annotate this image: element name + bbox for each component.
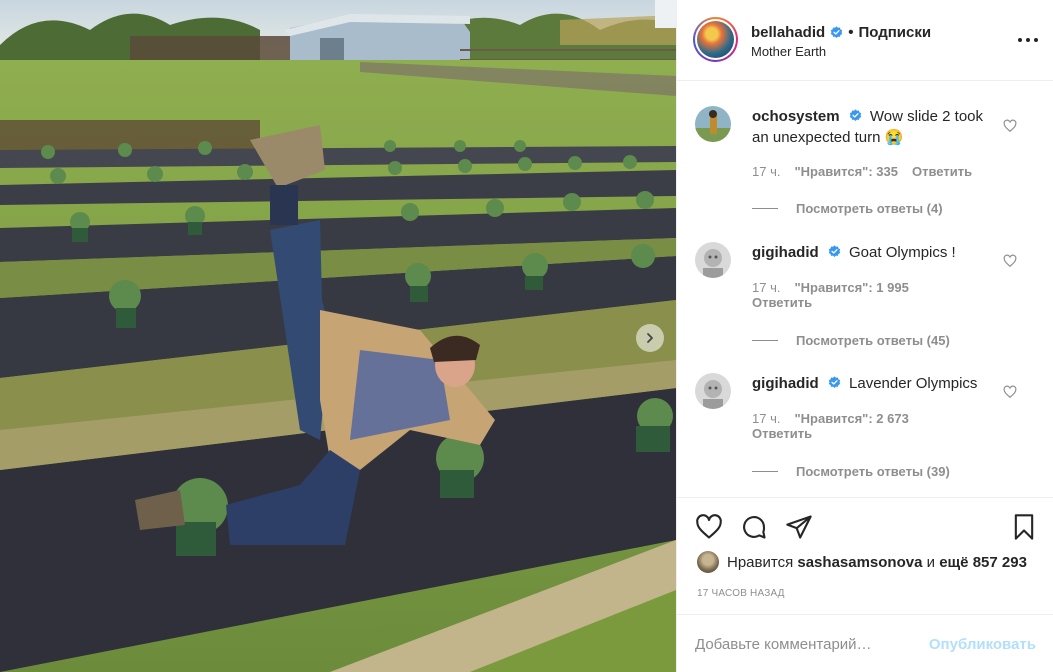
carousel-next-button[interactable]	[636, 324, 664, 352]
comment-reply-button[interactable]: Ответить	[752, 295, 812, 310]
author-avatar[interactable]	[693, 17, 738, 62]
view-replies-label: Посмотреть ответы (4)	[796, 201, 943, 216]
view-replies-button[interactable]: Посмотреть ответы (4)	[752, 201, 943, 216]
comment-text-block: gigihadid Goat Olympics !	[752, 242, 1002, 263]
liker-username[interactable]: sashasamsonova	[797, 554, 922, 571]
liker-avatar[interactable]	[697, 551, 719, 573]
comment-text-block: ochosystem Wow slide 2 took an unexpecte…	[752, 106, 1002, 148]
share-send-icon[interactable]	[785, 513, 813, 541]
more-options-icon[interactable]	[1018, 32, 1038, 48]
post-header: bellahadid • Подписки Mother Earth	[677, 0, 1053, 81]
view-replies-button[interactable]: Посмотреть ответы (45)	[752, 333, 950, 348]
comment-reply-button[interactable]: Ответить	[752, 426, 812, 441]
verified-badge-icon	[849, 109, 861, 121]
add-comment-bar: Опубликовать	[677, 614, 1053, 672]
author-line: bellahadid • Подписки	[751, 24, 931, 41]
comment-likes[interactable]: "Нравится": 335	[794, 164, 898, 179]
view-replies-button[interactable]: Посмотреть ответы (39)	[752, 464, 950, 479]
comment-avatar[interactable]	[695, 242, 731, 278]
post-location[interactable]: Mother Earth	[751, 44, 826, 59]
likes-summary: Нравится sashasamsonova и ещё 857 293	[697, 551, 1027, 573]
comment-avatar[interactable]	[695, 106, 731, 142]
likes-count[interactable]: ещё 857 293	[939, 554, 1027, 571]
comment-bubble-icon[interactable]	[740, 513, 768, 541]
comment-username[interactable]: gigihadid	[752, 244, 819, 261]
bookmark-save-icon[interactable]	[1010, 513, 1038, 541]
comment-username[interactable]: ochosystem	[752, 108, 840, 125]
comment-like-heart-icon[interactable]	[1003, 254, 1017, 268]
post-actions-bar	[677, 499, 1053, 555]
comment-text: Lavender Olympics	[849, 375, 978, 392]
header-separator: •	[848, 24, 854, 41]
comment-meta: 17 ч. "Нравится": 335 Ответить	[752, 164, 972, 179]
comment-text-block: gigihadid Lavender Olympics	[752, 373, 1002, 394]
verified-badge-icon	[831, 26, 843, 38]
likes-and: и	[926, 553, 936, 571]
chevron-right-icon	[647, 333, 653, 343]
comment-like-heart-icon[interactable]	[1003, 119, 1017, 133]
photo-scene	[0, 0, 676, 672]
verified-badge-icon	[828, 245, 841, 257]
post-side-panel: bellahadid • Подписки Mother Earth ochos…	[676, 0, 1053, 672]
comment-like-heart-icon[interactable]	[1003, 385, 1017, 399]
verified-badge-icon	[828, 376, 841, 388]
comment-likes[interactable]: "Нравится": 2 673	[794, 411, 908, 426]
comment-time[interactable]: 17 ч.	[752, 164, 780, 179]
comment-likes[interactable]: "Нравится": 1 995	[794, 280, 908, 295]
comment-reply-button[interactable]: Ответить	[912, 164, 972, 179]
comment-meta: 17 ч. "Нравится": 2 673	[752, 411, 909, 426]
comment-text: Goat Olympics !	[849, 244, 956, 261]
comment-avatar[interactable]	[695, 373, 731, 409]
publish-comment-button[interactable]: Опубликовать	[929, 636, 1036, 653]
comments-list[interactable]: ochosystem Wow slide 2 took an unexpecte…	[677, 82, 1053, 498]
view-replies-label: Посмотреть ответы (45)	[796, 333, 950, 348]
add-comment-input[interactable]	[695, 633, 925, 655]
view-replies-label: Посмотреть ответы (39)	[796, 464, 950, 479]
post-photo	[0, 0, 676, 672]
author-username[interactable]: bellahadid	[751, 24, 825, 41]
post-timestamp[interactable]: 17 ЧАСОВ НАЗАД	[697, 588, 785, 599]
comment-time[interactable]: 17 ч.	[752, 411, 780, 426]
following-button[interactable]: Подписки	[858, 24, 931, 41]
comment-username[interactable]: gigihadid	[752, 375, 819, 392]
comment-time[interactable]: 17 ч.	[752, 280, 780, 295]
like-heart-icon[interactable]	[695, 513, 723, 541]
likes-prefix: Нравится	[727, 553, 794, 571]
comment-meta: 17 ч. "Нравится": 1 995	[752, 280, 909, 295]
